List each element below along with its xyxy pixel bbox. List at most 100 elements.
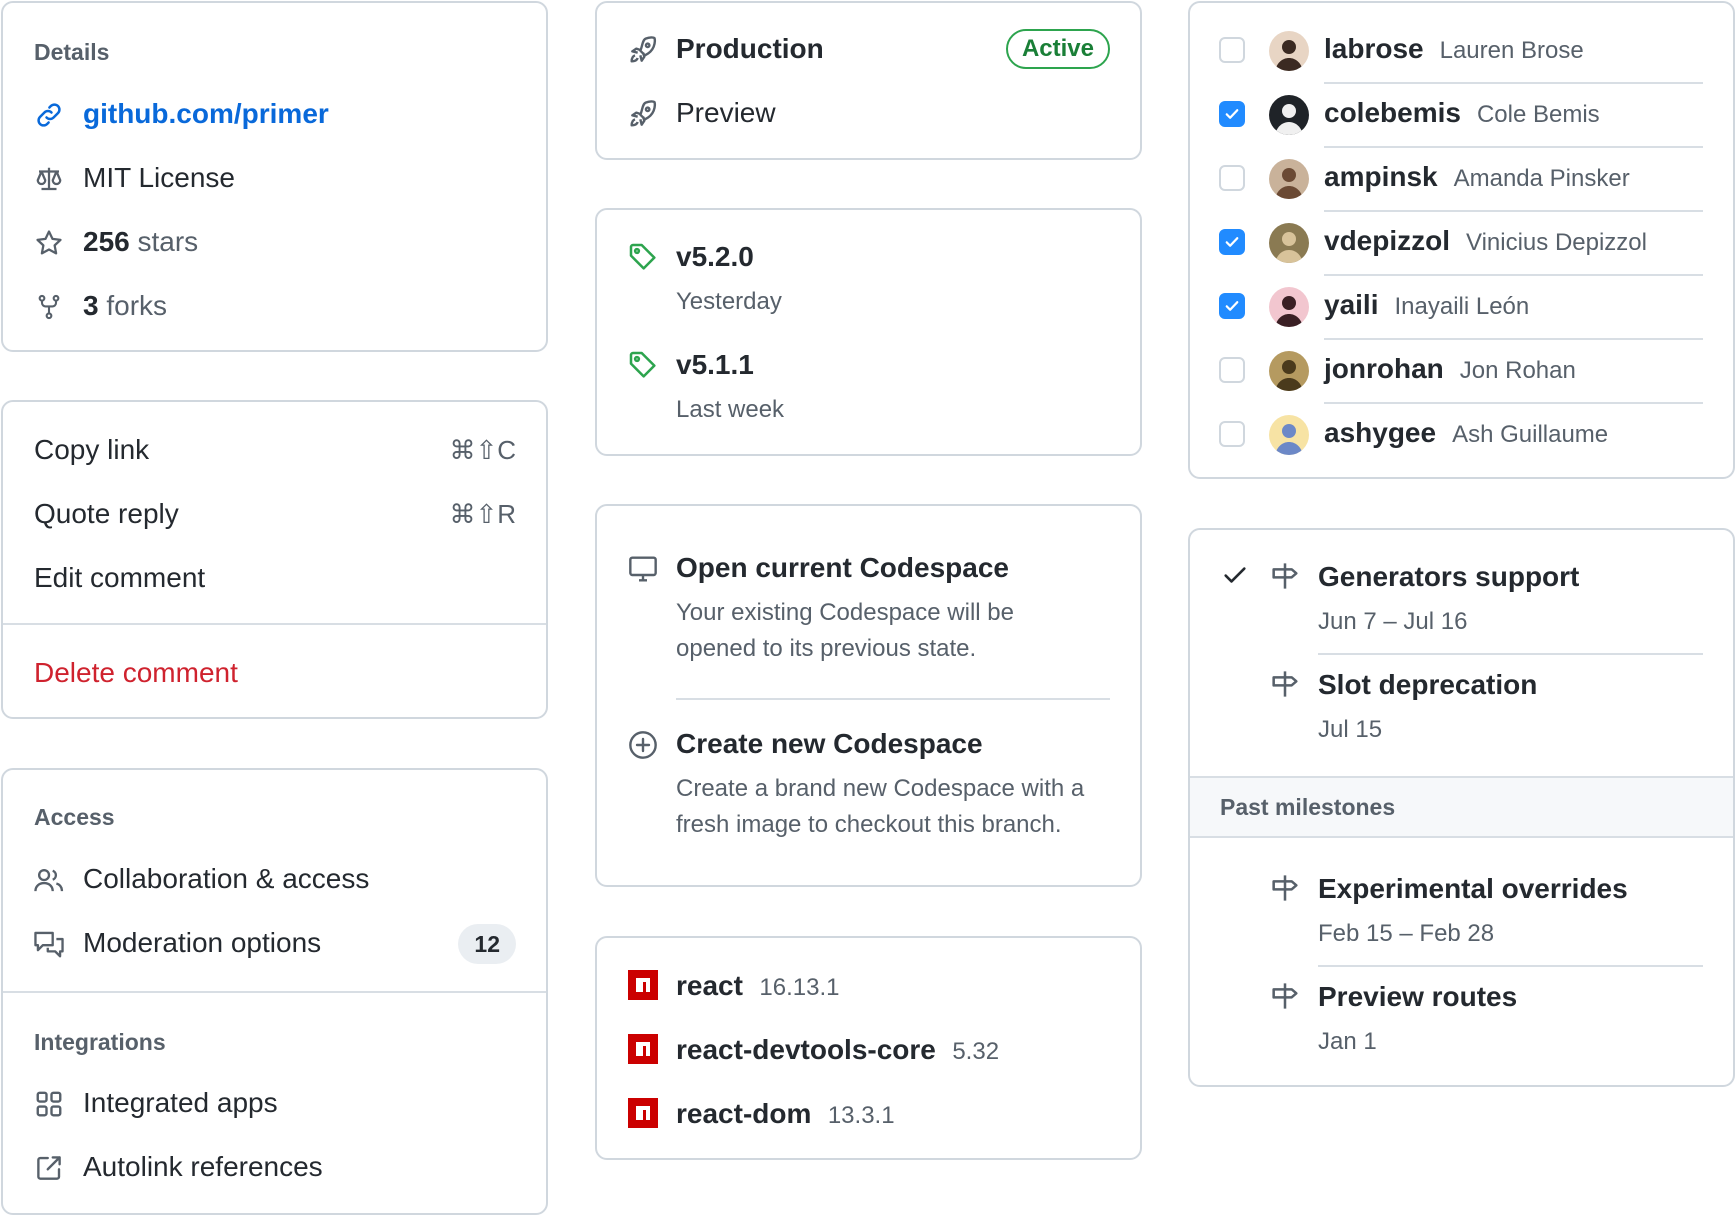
assignees-card: labrose Lauren Brose colebemis Cole Bemis am… — [1188, 1, 1735, 479]
user-avatar — [1269, 415, 1309, 455]
check-icon — [1220, 560, 1250, 590]
checkmark-icon — [1225, 237, 1239, 247]
stars-stat[interactable]: 256 stars — [83, 226, 198, 258]
release-tag[interactable]: v5.2.0 — [676, 241, 754, 273]
user-row[interactable]: ashygee Ash Guillaume — [1324, 417, 1608, 449]
user-avatar — [1269, 351, 1309, 391]
milestone-title[interactable]: Generators support — [1318, 561, 1579, 593]
open-codespace-title[interactable]: Open current Codespace — [676, 552, 1009, 584]
npm-icon — [628, 1098, 658, 1128]
stars-count: 256 — [83, 226, 130, 257]
user-row[interactable]: vdepizzol Vinicius Depizzol — [1324, 225, 1647, 257]
plus-circle-icon — [626, 728, 660, 762]
forks-label: forks — [106, 290, 168, 321]
tag-icon — [626, 348, 660, 382]
user-checkbox[interactable] — [1219, 101, 1245, 127]
user-avatar — [1269, 31, 1309, 71]
user-login: colebemis — [1324, 97, 1461, 128]
user-row[interactable]: colebemis Cole Bemis — [1324, 97, 1600, 129]
fork-icon — [33, 291, 65, 323]
comment-actions-card: Copy link ⌘⇧C Quote reply ⌘⇧R Edit comme… — [1, 400, 548, 719]
package-item[interactable]: react-devtools-core 5.32 — [676, 1034, 999, 1066]
env-production[interactable]: Production — [676, 33, 824, 65]
milestone-divider — [1318, 653, 1703, 655]
milestone-dates: Jan 1 — [1318, 1028, 1377, 1055]
milestone-icon — [1269, 872, 1301, 904]
settings-nav-card: Access Collaboration & access Moderation… — [1, 768, 548, 1215]
menu-item-quote-reply[interactable]: Quote reply — [34, 498, 179, 530]
release-tag[interactable]: v5.1.1 — [676, 349, 754, 381]
user-divider — [1324, 82, 1703, 84]
open-codespace-desc: opened to its previous state. — [676, 635, 977, 662]
package-version: 13.3.1 — [827, 1102, 895, 1129]
rocket-icon — [626, 97, 660, 131]
user-row[interactable]: labrose Lauren Brose — [1324, 33, 1584, 65]
menu-item-copy-link[interactable]: Copy link — [34, 434, 149, 466]
milestone-title[interactable]: Preview routes — [1318, 981, 1517, 1013]
user-login: vdepizzol — [1324, 225, 1451, 256]
package-name: react — [676, 970, 743, 1001]
user-checkbox[interactable] — [1219, 229, 1245, 255]
star-icon — [33, 227, 65, 259]
user-checkbox[interactable] — [1219, 37, 1245, 63]
rocket-icon — [626, 33, 660, 67]
repo-link[interactable]: github.com/primer — [83, 98, 329, 130]
milestone-icon — [1269, 980, 1301, 1012]
env-preview[interactable]: Preview — [676, 97, 776, 129]
milestone-divider — [1318, 965, 1703, 967]
sidebar-item-moderation[interactable]: Moderation options — [83, 927, 321, 959]
npm-icon — [628, 970, 658, 1000]
tag-icon — [626, 240, 660, 274]
package-name: react-dom — [676, 1098, 812, 1129]
active-badge: Active — [1005, 29, 1110, 69]
user-checkbox[interactable] — [1219, 165, 1245, 191]
npm-icon — [628, 1034, 658, 1064]
create-codespace-title[interactable]: Create new Codespace — [676, 728, 983, 760]
nav-divider — [3, 991, 546, 993]
sidebar-item-collaboration[interactable]: Collaboration & access — [83, 863, 369, 895]
package-name: react-devtools-core — [676, 1034, 936, 1065]
codespaces-card: Open current Codespace Your existing Cod… — [595, 504, 1142, 887]
open-codespace-desc: Your existing Codespace will be — [676, 599, 1014, 626]
user-fullname: Ash Guillaume — [1452, 421, 1609, 448]
milestone-icon — [1269, 668, 1301, 700]
link-external-icon — [33, 1152, 65, 1184]
user-fullname: Jon Rohan — [1459, 357, 1576, 384]
user-fullname: Amanda Pinsker — [1453, 165, 1630, 192]
license-text[interactable]: MIT License — [83, 162, 235, 194]
menu-item-edit-comment[interactable]: Edit comment — [34, 562, 205, 594]
user-row[interactable]: ampinsk Amanda Pinsker — [1324, 161, 1630, 193]
user-fullname: Lauren Brose — [1439, 37, 1584, 64]
package-item[interactable]: react 16.13.1 — [676, 970, 839, 1002]
user-avatar — [1269, 159, 1309, 199]
checkmark-icon — [1225, 301, 1239, 311]
menu-item-delete-comment[interactable]: Delete comment — [34, 657, 238, 689]
law-icon — [33, 163, 65, 195]
user-avatar — [1269, 287, 1309, 327]
user-divider — [1324, 210, 1703, 212]
user-checkbox[interactable] — [1219, 293, 1245, 319]
user-row[interactable]: jonrohan Jon Rohan — [1324, 353, 1576, 385]
environments-card: Production Active Preview — [595, 1, 1142, 160]
stars-label: stars — [137, 226, 199, 257]
user-divider — [1324, 146, 1703, 148]
past-milestones-header: Past milestones — [1190, 776, 1733, 838]
user-checkbox[interactable] — [1219, 421, 1245, 447]
sidebar-item-integrated-apps[interactable]: Integrated apps — [83, 1087, 278, 1119]
user-checkbox[interactable] — [1219, 357, 1245, 383]
user-row[interactable]: yaili Inayaili León — [1324, 289, 1529, 321]
user-divider — [1324, 274, 1703, 276]
package-version: 16.13.1 — [759, 974, 840, 1001]
user-avatar — [1269, 223, 1309, 263]
sidebar-item-autolink[interactable]: Autolink references — [83, 1151, 323, 1183]
checkmark-icon — [1225, 109, 1239, 119]
comment-discussion-icon — [33, 928, 65, 960]
milestone-title[interactable]: Slot deprecation — [1318, 669, 1537, 701]
apps-icon — [33, 1088, 65, 1120]
forks-stat[interactable]: 3 forks — [83, 290, 167, 322]
menu-divider — [3, 623, 546, 625]
milestone-title[interactable]: Experimental overrides — [1318, 873, 1628, 905]
integrations-heading: Integrations — [34, 1029, 166, 1055]
release-date: Last week — [676, 396, 785, 423]
package-item[interactable]: react-dom 13.3.1 — [676, 1098, 895, 1130]
